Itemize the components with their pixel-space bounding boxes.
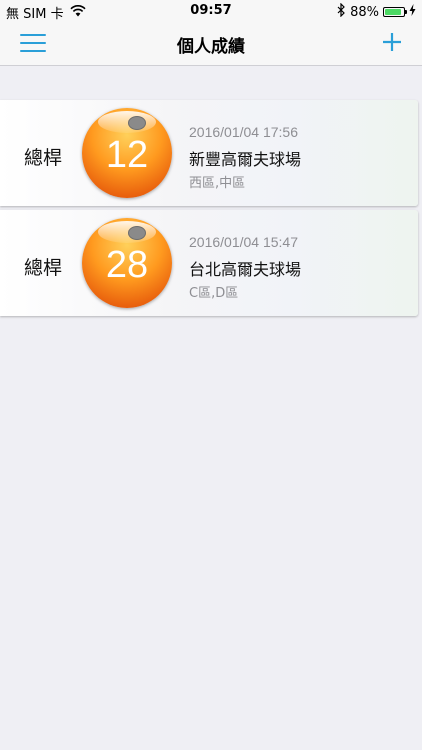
course-areas: C區,D區 — [189, 286, 239, 301]
nav-bar: 個人成績 — [0, 22, 422, 66]
status-right: 88% — [337, 2, 416, 21]
page-title: 個人成績 — [177, 37, 245, 57]
battery-icon — [383, 7, 407, 17]
battery-percent: 88% — [350, 4, 379, 20]
round-date: 2016/01/04 17:56 — [189, 124, 298, 140]
battery-fill — [385, 9, 401, 15]
bluetooth-icon — [337, 2, 346, 21]
ball-highlight — [98, 111, 156, 133]
score-list: 總桿 12 2016/01/04 17:56 新豐高爾夫球場 西區,中區 總桿 … — [0, 100, 422, 320]
charging-icon — [409, 4, 416, 20]
course-name: 新豐高爾夫球場 — [189, 150, 302, 169]
golf-ball-icon: 12 — [82, 108, 172, 198]
total-strokes-label: 總桿 — [24, 257, 63, 279]
score-number: 12 — [105, 134, 149, 176]
course-areas: 西區,中區 — [189, 176, 246, 191]
ball-highlight — [98, 221, 156, 243]
score-card[interactable]: 總桿 28 2016/01/04 15:47 台北高爾夫球場 C區,D區 — [0, 210, 418, 316]
plus-icon[interactable] — [380, 30, 404, 54]
golf-ball-icon: 28 — [82, 218, 172, 308]
total-strokes-label: 總桿 — [24, 147, 63, 169]
score-number: 28 — [105, 244, 149, 286]
ball-dot — [128, 226, 146, 240]
course-name: 台北高爾夫球場 — [189, 260, 302, 279]
status-bar: 無 SIM 卡 09:57 88% — [0, 0, 422, 22]
ball-dot — [128, 116, 146, 130]
score-card[interactable]: 總桿 12 2016/01/04 17:56 新豐高爾夫球場 西區,中區 — [0, 100, 418, 206]
round-date: 2016/01/04 15:47 — [189, 234, 298, 250]
